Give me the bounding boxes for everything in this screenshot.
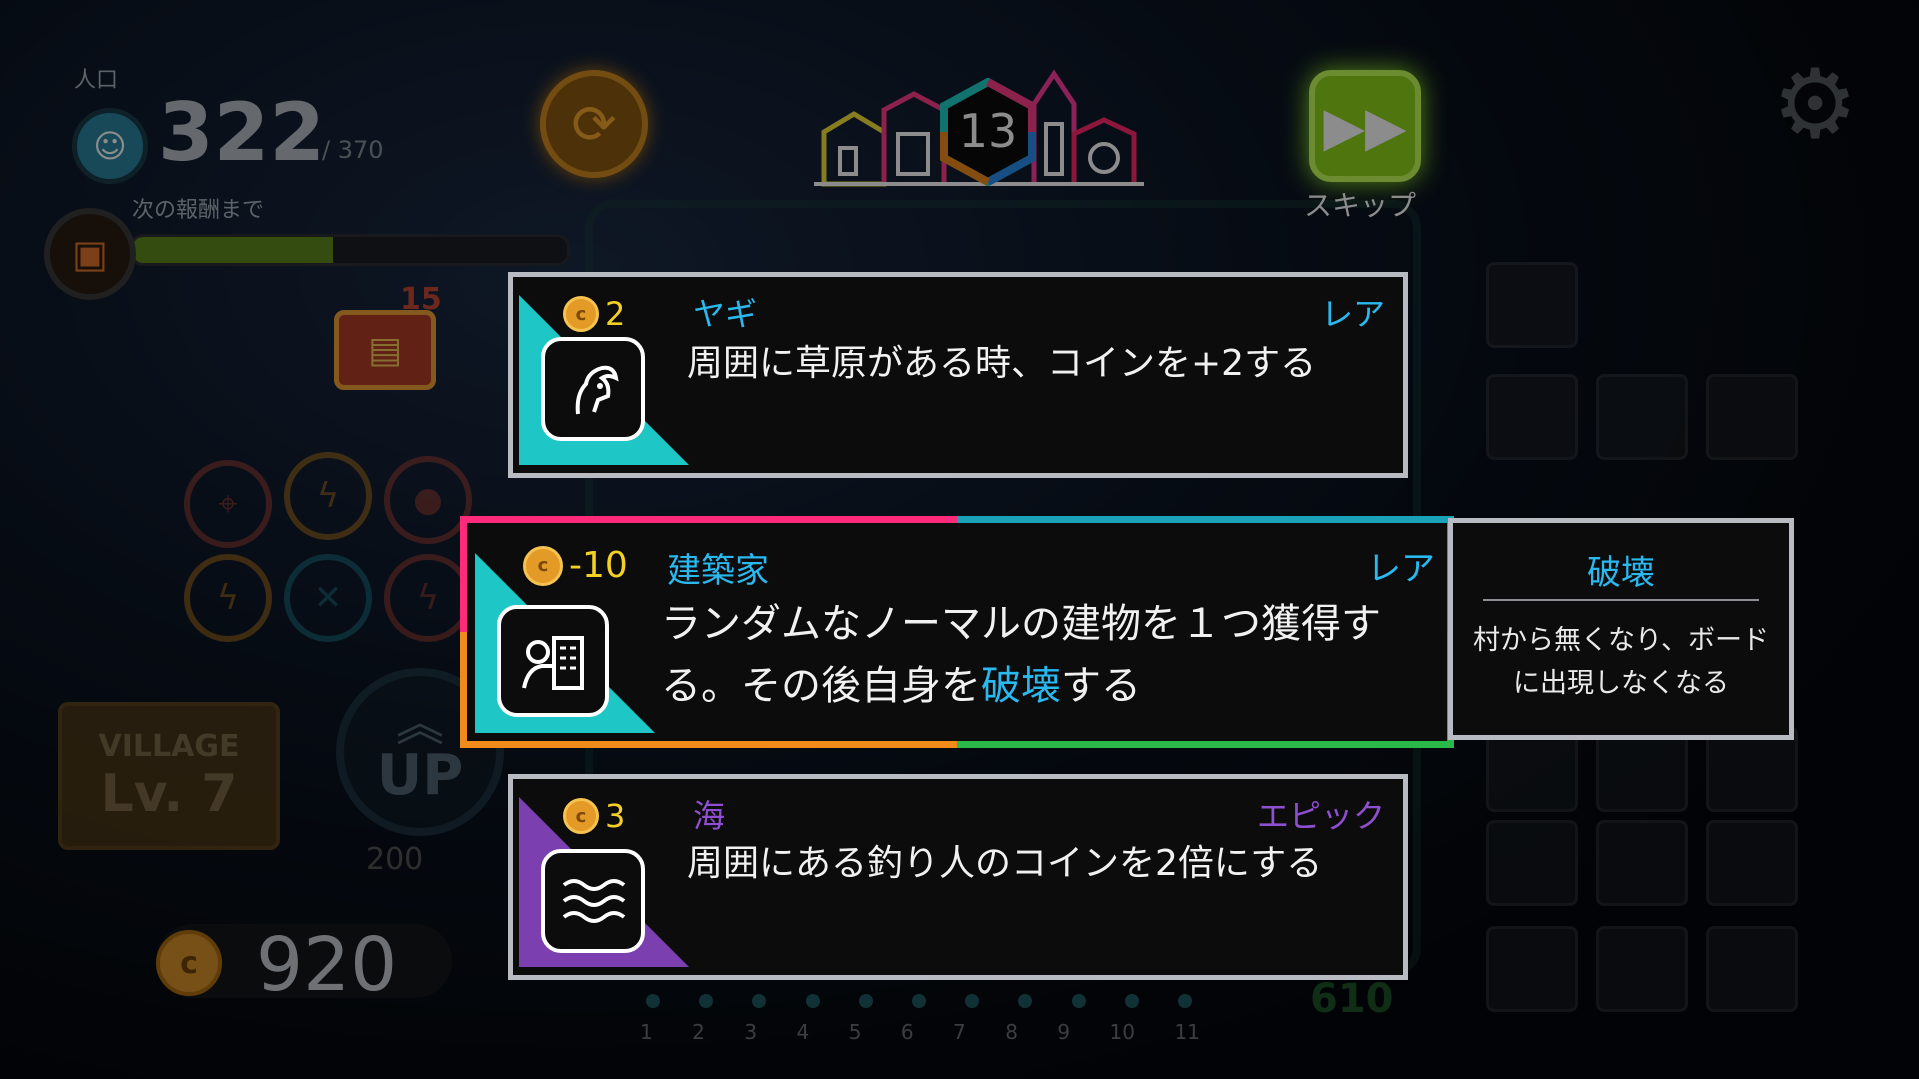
card-cost-value: -10: [569, 545, 628, 586]
selection-border-left: [460, 516, 467, 632]
card-name: 海: [693, 797, 726, 835]
card-cost: c -10: [523, 545, 628, 586]
architect-icon: [497, 605, 609, 717]
card-description-part2: する: [1061, 663, 1141, 709]
selection-border-bottom: [460, 741, 957, 748]
card-architect[interactable]: c -10 建築家 レア ランダムなノーマルの建物を１つ獲得する。その後自身を破…: [460, 516, 1454, 748]
card-rarity: レア: [1320, 295, 1385, 333]
card-cost-value: 3: [605, 797, 626, 835]
card-cost-value: 2: [605, 295, 626, 333]
card-name: 建築家: [667, 551, 769, 591]
tooltip-title: 破壊: [1587, 553, 1655, 593]
card-goat[interactable]: c 2 ヤギ レア 周囲に草原がある時、コインを+2する: [508, 272, 1408, 478]
goat-icon: [541, 337, 645, 441]
card-cost: c 2: [563, 295, 625, 333]
card-sea[interactable]: c 3 海 エピック 周囲にある釣り人のコインを2倍にする: [508, 774, 1408, 980]
card-description: 周囲に草原がある時、コインを+2する: [687, 343, 1317, 384]
card-name: ヤギ: [693, 295, 758, 333]
card-description: ランダムなノーマルの建物を１つ獲得する。その後自身を破壊する: [661, 593, 1421, 717]
selection-border-bottom-right: [957, 741, 1454, 748]
coin-icon: c: [523, 545, 563, 586]
card-cost: c 3: [563, 797, 625, 835]
tooltip-body: 村から無くなり、ボードに出現しなくなる: [1473, 625, 1769, 700]
card-rarity: レア: [1367, 549, 1435, 589]
coin-icon: c: [563, 296, 599, 332]
keyword-tooltip: 破壊 村から無くなり、ボードに出現しなくなる: [1448, 518, 1794, 740]
selection-border-left-bottom: [460, 632, 467, 748]
tooltip-divider: [1483, 599, 1759, 601]
card-description: 周囲にある釣り人のコインを2倍にする: [687, 843, 1323, 884]
coin-icon: c: [563, 798, 599, 834]
waves-icon: [541, 849, 645, 953]
destroy-keyword[interactable]: 破壊: [981, 663, 1061, 709]
card-rarity: エピック: [1256, 797, 1385, 835]
